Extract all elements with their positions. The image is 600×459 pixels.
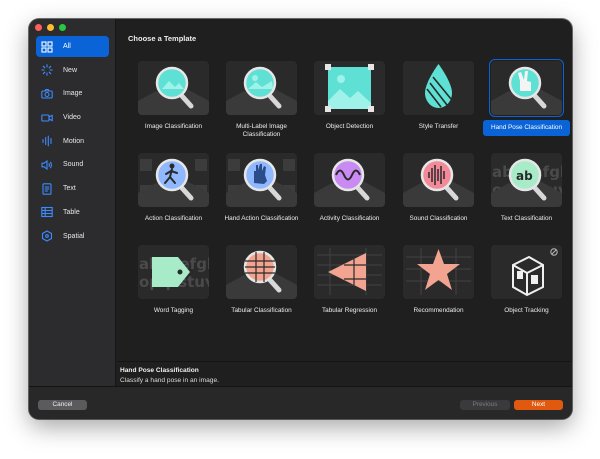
sidebar-item-label: Text [63,185,76,193]
motion-icon [41,135,53,147]
sidebar-item-motion[interactable]: Motion [36,131,109,152]
template-label: Tabular Regression [321,307,378,314]
object-tracking-icon [491,245,562,299]
sidebar-item-image[interactable]: Image [36,83,109,104]
template-label: Word Tagging [153,307,194,314]
object-detection-icon [314,61,385,115]
table-icon [41,206,53,218]
sparkle-icon [41,64,53,76]
speaker-icon [41,159,53,171]
sidebar-item-label: Spatial [63,232,85,240]
template-description: Hand Pose Classification Classify a hand… [117,361,572,386]
hand-pose-icon [489,59,564,117]
sidebar-item-label: Table [63,208,80,216]
cancel-button[interactable]: Cancel [38,400,87,410]
page-title: Choose a Template [128,34,197,43]
window-controls [35,24,66,31]
hand-action-icon [226,153,297,207]
description-text: Classify a hand pose in an image. [120,377,219,384]
template-label: Action Classification [144,215,203,222]
sound-classification-icon [403,153,474,207]
sidebar-list: All New Image Video Motion Sound Text Table Spat… [36,36,109,249]
document-icon [41,182,53,195]
sidebar-item-sound[interactable]: Sound [36,154,109,175]
spatial-icon [41,230,53,242]
template-label: Style Transfer [418,123,459,130]
sidebar-item-table[interactable]: Table [36,202,109,223]
template-label: Object Detection [325,123,374,130]
sidebar-item-label: Motion [63,137,85,145]
sidebar-item-label: Sound [63,161,84,169]
template-label: Image Classification [144,123,203,130]
sidebar-item-label: New [63,66,78,74]
image-classification-icon [138,61,209,115]
text-classification-icon: abcdefghiopqrstuvwab [491,153,562,207]
sidebar-item-label: Video [63,114,81,122]
video-icon [41,112,53,124]
description-title: Hand Pose Classification [120,367,199,374]
footer-bar: Cancel Previous Next [29,386,572,419]
sidebar-item-label: All [63,43,71,50]
tabular-regression-icon [314,245,385,299]
previous-button[interactable]: Previous [460,400,510,410]
template-label: Text Classification [500,215,553,222]
multi-label-image-icon [226,61,297,115]
template-label: Sound Classification [409,215,468,222]
style-transfer-icon [403,61,474,115]
camera-icon [41,88,53,100]
sidebar-item-text[interactable]: Text [36,178,109,199]
word-tagging-icon: abcdefghiopqrstuvw [138,245,209,299]
template-label: Object Tracking [504,307,549,314]
zoom-window-button[interactable] [59,24,66,31]
template-label: Activity Classification [319,215,380,222]
sidebar-item-new[interactable]: New [36,60,109,81]
sidebar-item-video[interactable]: Video [36,107,109,128]
svg-text:ab: ab [516,169,533,183]
sidebar: All New Image Video Motion Sound Text Table Spat… [29,19,116,386]
template-label: Hand Pose Classification [483,120,570,136]
tabular-classification-icon [226,245,297,299]
recommendation-icon [403,245,474,299]
grid-icon [41,40,53,53]
close-window-button[interactable] [35,24,42,31]
sidebar-item-all[interactable]: All [36,36,109,57]
template-label: Hand Action Classification [224,215,299,222]
activity-classification-icon [314,153,385,207]
template-label: Multi-Label Image Classification [236,123,287,138]
template-chooser-window: All New Image Video Motion Sound Text Table Spat… [29,19,572,419]
template-gallery: Choose a Template Image Classification Mu… [117,19,572,361]
next-button[interactable]: Next [514,400,563,410]
minimize-window-button[interactable] [47,24,54,31]
template-label: Recommendation [413,307,464,314]
action-classification-icon [138,153,209,207]
template-label: Tabular Classification [231,307,292,314]
sidebar-item-label: Image [63,90,83,98]
sidebar-item-spatial[interactable]: Spatial [36,226,109,247]
